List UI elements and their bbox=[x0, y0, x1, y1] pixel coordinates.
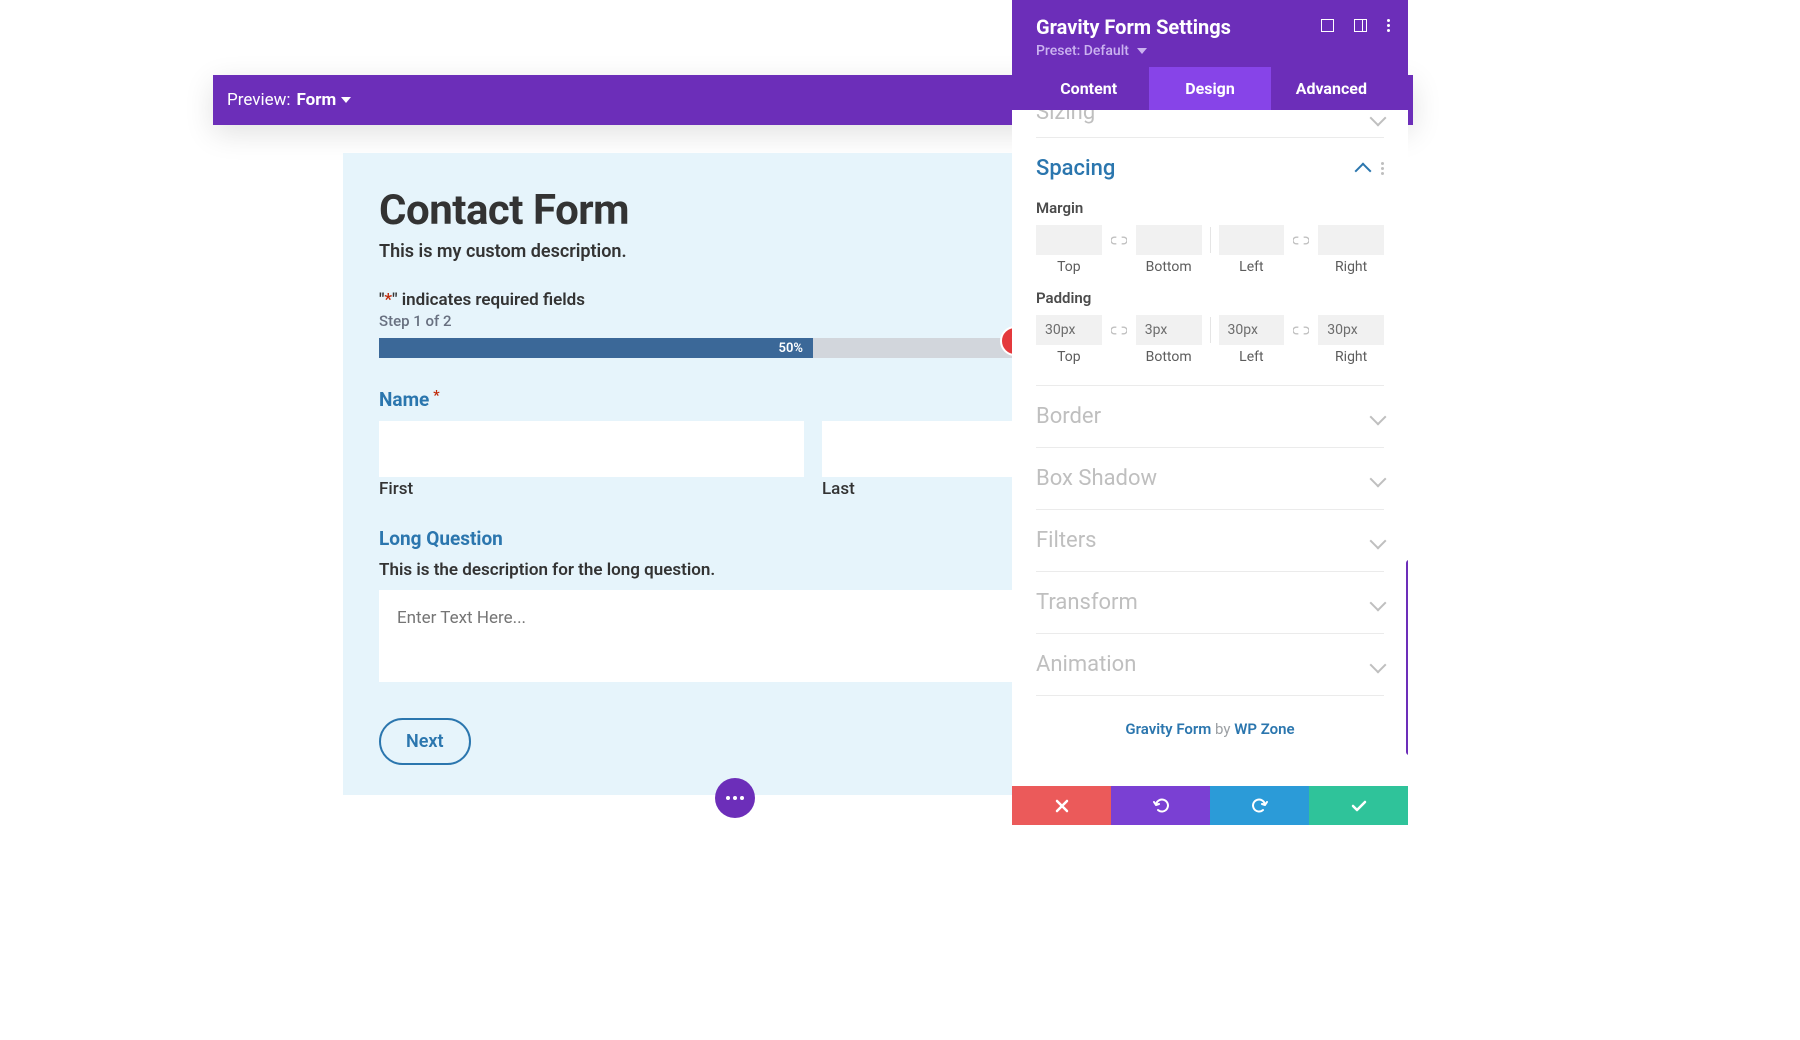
chevron-down-icon bbox=[1370, 532, 1387, 549]
padding-label: Padding bbox=[1036, 289, 1384, 307]
padding-top-input[interactable] bbox=[1036, 315, 1102, 345]
caret-down-icon bbox=[341, 97, 351, 103]
panel-header: Gravity Form Settings Preset: Default bbox=[1012, 0, 1408, 67]
section-border[interactable]: Border bbox=[1036, 386, 1384, 448]
padding-right-input[interactable] bbox=[1318, 315, 1384, 345]
link-icon[interactable] bbox=[1110, 236, 1128, 245]
panel-credit: Gravity Form by WP Zone bbox=[1036, 696, 1384, 762]
chevron-down-icon bbox=[1370, 470, 1387, 487]
chevron-down-icon bbox=[1370, 656, 1387, 673]
padding-bottom-input[interactable] bbox=[1136, 315, 1202, 345]
panel-layout-icon[interactable] bbox=[1354, 19, 1367, 32]
section-animation[interactable]: Animation bbox=[1036, 634, 1384, 696]
link-icon[interactable] bbox=[1292, 326, 1310, 335]
first-name-input[interactable] bbox=[379, 421, 804, 477]
chevron-down-icon bbox=[1370, 594, 1387, 611]
more-icon[interactable] bbox=[1381, 162, 1384, 175]
chevron-down-icon bbox=[1370, 110, 1387, 126]
more-options-icon[interactable] bbox=[1387, 19, 1390, 32]
section-box-shadow[interactable]: Box Shadow bbox=[1036, 448, 1384, 510]
link-gravity-form[interactable]: Gravity Form bbox=[1125, 720, 1211, 738]
section-filters[interactable]: Filters bbox=[1036, 510, 1384, 572]
link-icon[interactable] bbox=[1110, 326, 1128, 335]
link-icon[interactable] bbox=[1292, 236, 1310, 245]
link-wp-zone[interactable]: WP Zone bbox=[1234, 720, 1294, 738]
expand-icon[interactable] bbox=[1321, 19, 1334, 32]
section-spacing: Spacing Margin bbox=[1036, 138, 1384, 386]
redo-button[interactable] bbox=[1210, 786, 1309, 825]
preview-target: Form bbox=[297, 90, 337, 110]
panel-title: Gravity Form Settings bbox=[1036, 15, 1231, 39]
preview-label: Preview: bbox=[227, 90, 291, 110]
progress-fill: 50% bbox=[379, 338, 813, 358]
chevron-up-icon bbox=[1355, 163, 1372, 180]
margin-left-input[interactable] bbox=[1219, 225, 1285, 255]
section-sizing[interactable]: Sizing bbox=[1036, 110, 1384, 138]
tab-design[interactable]: Design bbox=[1149, 67, 1270, 110]
panel-actions bbox=[1012, 786, 1408, 825]
section-transform[interactable]: Transform bbox=[1036, 572, 1384, 634]
preset-dropdown[interactable]: Preset: Default bbox=[1036, 43, 1231, 59]
margin-label: Margin bbox=[1036, 199, 1384, 217]
save-button[interactable] bbox=[1309, 786, 1408, 825]
panel-tabs: Content Design Advanced bbox=[1012, 67, 1408, 110]
caret-down-icon bbox=[1137, 48, 1147, 54]
spacing-header[interactable]: Spacing bbox=[1036, 138, 1384, 199]
margin-bottom-input[interactable] bbox=[1136, 225, 1202, 255]
next-button[interactable]: Next bbox=[379, 718, 471, 765]
settings-panel: Gravity Form Settings Preset: Default Co… bbox=[1012, 0, 1408, 825]
tab-content[interactable]: Content bbox=[1028, 67, 1149, 110]
margin-right-input[interactable] bbox=[1318, 225, 1384, 255]
panel-body: Sizing Spacing Margin bbox=[1012, 110, 1408, 786]
first-label: First bbox=[379, 479, 804, 499]
close-button[interactable] bbox=[1012, 786, 1111, 825]
margin-top-input[interactable] bbox=[1036, 225, 1102, 255]
tab-advanced[interactable]: Advanced bbox=[1271, 67, 1392, 110]
scrollbar[interactable] bbox=[1406, 560, 1408, 755]
chevron-down-icon bbox=[1370, 408, 1387, 425]
padding-left-input[interactable] bbox=[1219, 315, 1285, 345]
undo-button[interactable] bbox=[1111, 786, 1210, 825]
dots-fab[interactable] bbox=[715, 778, 755, 818]
